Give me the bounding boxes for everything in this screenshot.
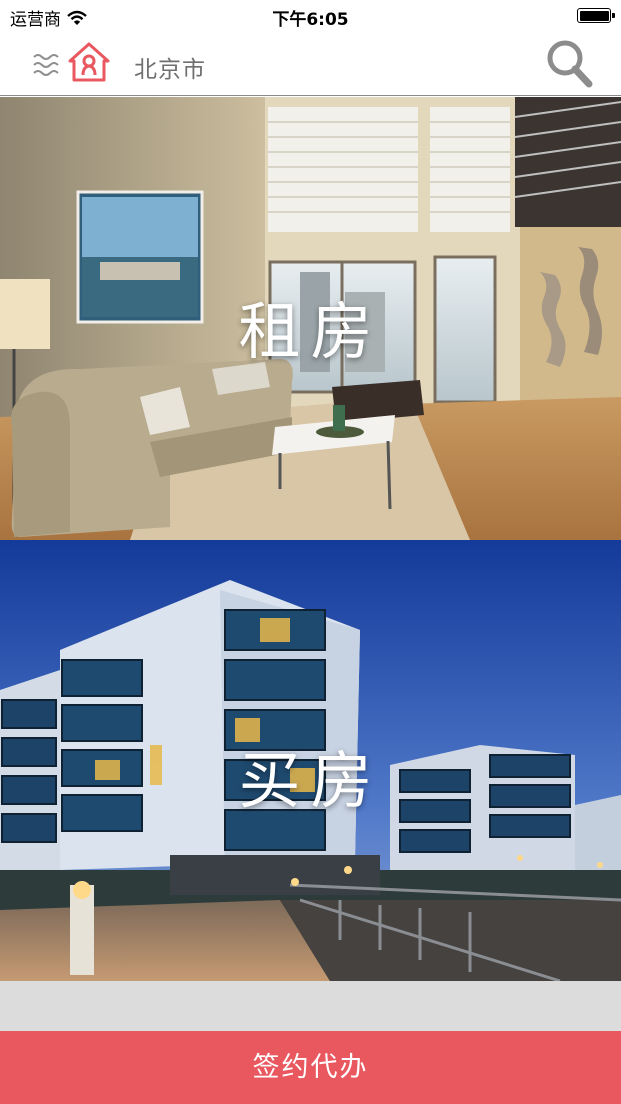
rent-title: 租房 [238,295,383,368]
home-logo-icon [68,42,110,82]
status-bar: 运营商 下午6:05 [0,0,621,32]
menu-icon[interactable] [30,48,62,80]
search-icon[interactable] [545,38,593,90]
buy-banner[interactable]: 买房 [0,540,621,981]
nav-bar: 北京市 [0,32,621,96]
city-selector[interactable]: 北京市 [134,50,206,84]
divider-gap [0,981,621,1031]
battery-icon [577,8,615,23]
status-time: 下午6:05 [272,10,349,30]
sign-agency-button[interactable]: 签约代办 [0,1031,621,1104]
buy-title: 买房 [238,744,383,817]
rent-banner[interactable]: 租房 [0,97,621,540]
